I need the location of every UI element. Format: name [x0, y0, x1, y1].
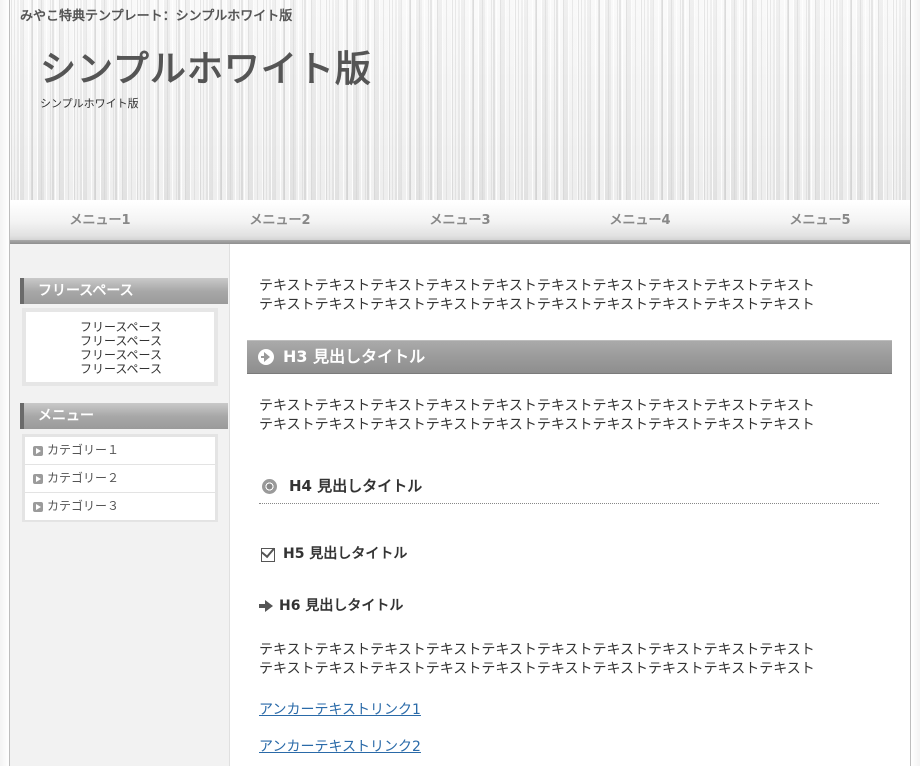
- h6-heading-text: H6 見出しタイトル: [279, 598, 404, 614]
- arrow-bullet-icon: [33, 501, 43, 512]
- free-space-text: フリースペース: [80, 348, 162, 362]
- category-label: カテゴリー１: [47, 443, 120, 457]
- free-space-text: フリースペース: [80, 320, 162, 334]
- paragraph: テキストテキストテキストテキストテキストテキストテキストテキストテキストテキスト…: [259, 277, 859, 315]
- anchor-link-1[interactable]: アンカーテキストリンク1: [259, 699, 421, 719]
- paragraph-line: テキストテキストテキストテキストテキストテキストテキストテキストテキストテキスト: [259, 278, 815, 294]
- site-description: シンプルホワイト版: [40, 97, 139, 110]
- h6-heading: H6 見出しタイトル: [259, 596, 403, 616]
- menu-heading: メニュー: [20, 403, 228, 429]
- h4-heading-text: H4 見出しタイトル: [289, 477, 423, 495]
- nav-item-menu-5[interactable]: メニュー5: [730, 202, 910, 244]
- free-space-heading: フリースペース: [20, 278, 228, 304]
- nav-item-menu-2[interactable]: メニュー2: [190, 202, 370, 244]
- category-item-2[interactable]: カテゴリー２: [25, 465, 215, 493]
- site-tagline: みやこ特典テンプレート：シンプルホワイト版: [20, 9, 293, 24]
- page: みやこ特典テンプレート：シンプルホワイト版 シンプルホワイト版 シンプルホワイト…: [0, 0, 920, 766]
- right-frame: [910, 0, 920, 766]
- nav-item-menu-4[interactable]: メニュー4: [550, 202, 730, 244]
- left-frame: [0, 0, 10, 766]
- site-header: みやこ特典テンプレート：シンプルホワイト版 シンプルホワイト版 シンプルホワイト…: [10, 0, 910, 201]
- circle-bullet-icon: [262, 479, 277, 494]
- arrow-bullet-icon: [33, 473, 43, 484]
- arrow-right-icon: [259, 600, 273, 612]
- nav-item-menu-1[interactable]: メニュー1: [10, 202, 190, 244]
- free-space-text: フリースペース: [80, 362, 162, 376]
- category-item-3[interactable]: カテゴリー３: [25, 493, 215, 521]
- paragraph-line: テキストテキストテキストテキストテキストテキストテキストテキストテキストテキスト: [259, 297, 815, 313]
- paragraph-line: テキストテキストテキストテキストテキストテキストテキストテキストテキストテキスト: [259, 642, 815, 658]
- paragraph-line: テキストテキストテキストテキストテキストテキストテキストテキストテキストテキスト: [259, 398, 815, 414]
- paragraph-line: テキストテキストテキストテキストテキストテキストテキストテキストテキストテキスト: [259, 661, 815, 677]
- checkbox-icon: [261, 548, 275, 562]
- arrow-bullet-icon: [33, 445, 43, 456]
- main-content: テキストテキストテキストテキストテキストテキストテキストテキストテキストテキスト…: [231, 244, 910, 766]
- category-item-1[interactable]: カテゴリー１: [25, 437, 215, 465]
- h5-heading: H5 見出しタイトル: [259, 544, 407, 564]
- category-label: カテゴリー３: [47, 499, 120, 513]
- h5-heading-text: H5 見出しタイトル: [283, 546, 408, 562]
- paragraph-line: テキストテキストテキストテキストテキストテキストテキストテキストテキストテキスト: [259, 417, 815, 433]
- paragraph: テキストテキストテキストテキストテキストテキストテキストテキストテキストテキスト…: [259, 641, 859, 679]
- h4-heading: H4 見出しタイトル: [259, 476, 879, 504]
- nav-item-menu-3[interactable]: メニュー3: [370, 202, 550, 244]
- site-title[interactable]: シンプルホワイト版: [40, 40, 372, 92]
- anchor-link-2[interactable]: アンカーテキストリンク2: [259, 736, 421, 756]
- category-label: カテゴリー２: [47, 471, 120, 485]
- free-space-box: フリースペース フリースペース フリースペース フリースペース: [22, 308, 218, 386]
- paragraph: テキストテキストテキストテキストテキストテキストテキストテキストテキストテキスト…: [259, 397, 859, 435]
- free-space-text: フリースペース: [80, 334, 162, 348]
- global-nav: メニュー1 メニュー2 メニュー3 メニュー4 メニュー5: [10, 200, 910, 244]
- sidebar: フリースペース フリースペース フリースペース フリースペース フリースペース …: [10, 244, 230, 766]
- h3-heading-text: H3 見出しタイトル: [283, 347, 426, 366]
- category-list: カテゴリー１ カテゴリー２ カテゴリー３: [22, 434, 218, 522]
- h3-heading: H3 見出しタイトル: [247, 340, 892, 374]
- arrow-circle-icon: [258, 349, 274, 365]
